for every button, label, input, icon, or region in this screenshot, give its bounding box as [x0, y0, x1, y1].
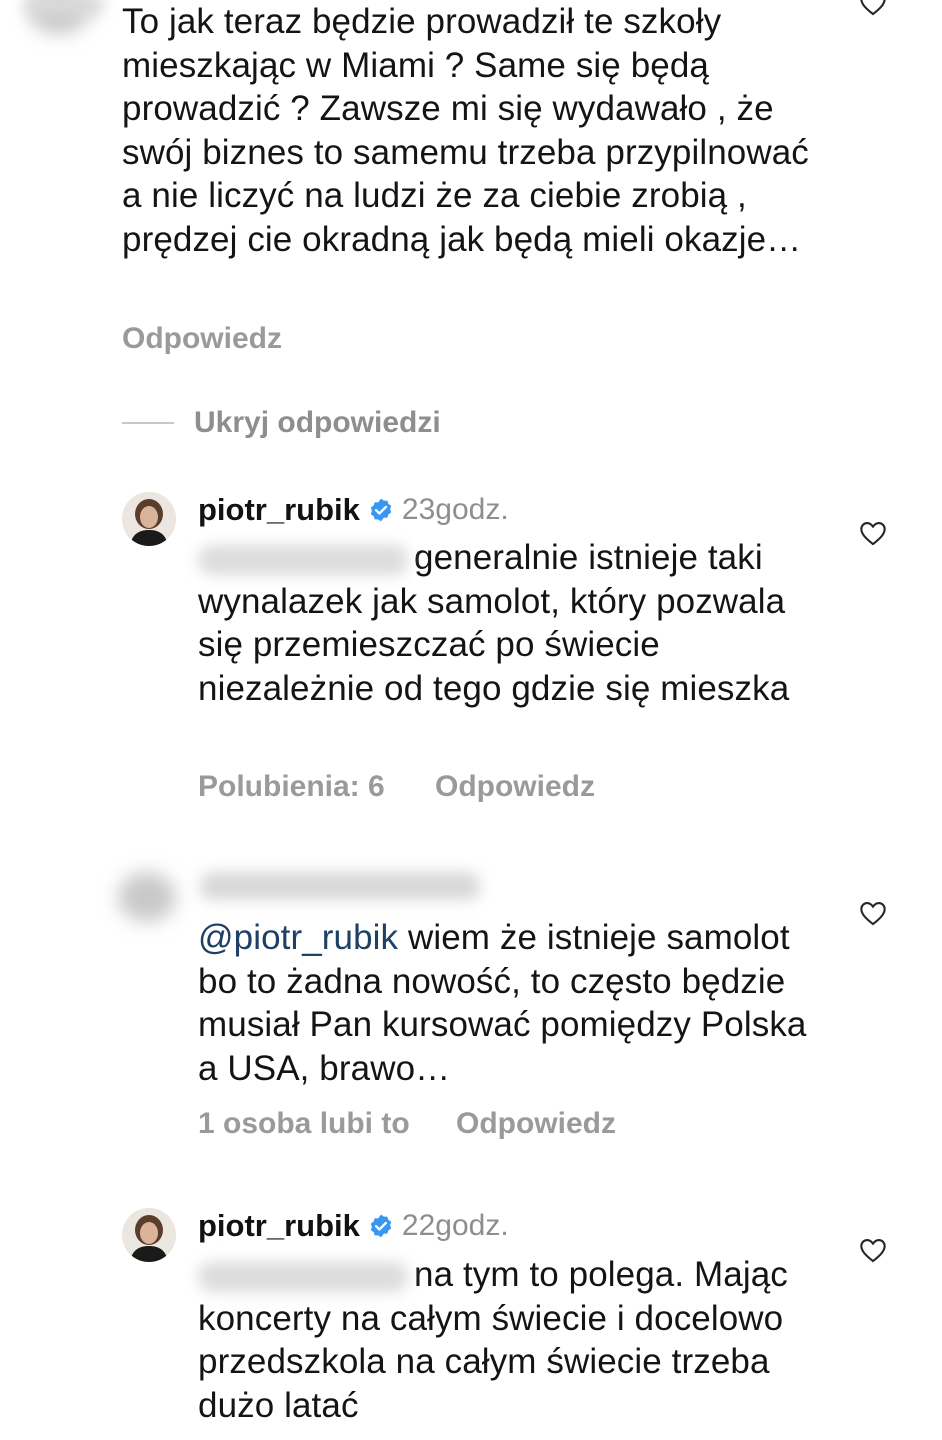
username[interactable]: piotr_rubik — [198, 492, 360, 528]
like-heart-icon[interactable] — [858, 518, 888, 548]
like-heart-icon[interactable] — [858, 0, 888, 18]
blurred-mention — [198, 1261, 408, 1292]
verified-badge-icon — [368, 497, 394, 523]
reply-text: na tym to polega. Mając koncerty na cały… — [198, 1253, 818, 1427]
blurred-avatar — [118, 872, 176, 922]
reply-header: piotr_rubik 23godz. — [198, 490, 509, 530]
timestamp: 23godz. — [401, 493, 509, 526]
avatar[interactable] — [122, 492, 176, 546]
reply-text: @piotr_rubik wiem że istnieje samolot bo… — [198, 916, 818, 1090]
divider-line — [122, 422, 174, 424]
username[interactable]: piotr_rubik — [198, 1208, 360, 1244]
reply-text: generalnie istnieje taki wynalazek jak s… — [198, 536, 818, 710]
like-heart-icon[interactable] — [858, 1235, 888, 1265]
reply-header: piotr_rubik 22godz. — [198, 1206, 509, 1246]
likes-count[interactable]: Polubienia: 6 — [198, 770, 385, 804]
reply-button[interactable]: Odpowiedz — [122, 322, 282, 356]
blurred-username — [200, 872, 480, 900]
timestamp: 22godz. — [401, 1209, 509, 1242]
hide-replies-button[interactable]: Ukryj odpowiedzi — [122, 406, 441, 440]
blurred-mention — [198, 544, 408, 575]
reply-button[interactable]: Odpowiedz — [435, 770, 595, 804]
avatar[interactable] — [122, 1208, 176, 1262]
reply-button[interactable]: Odpowiedz — [456, 1107, 616, 1141]
hide-replies-label: Ukryj odpowiedzi — [194, 406, 441, 439]
comment-text: To jak teraz będzie prowadził te szkoły … — [122, 2, 809, 259]
verified-badge-icon — [368, 1213, 394, 1239]
like-heart-icon[interactable] — [858, 898, 888, 928]
likes-count[interactable]: 1 osoba lubi to — [198, 1107, 410, 1141]
mention-link[interactable]: @piotr_rubik — [198, 918, 398, 957]
blurred-username — [24, 0, 104, 16]
